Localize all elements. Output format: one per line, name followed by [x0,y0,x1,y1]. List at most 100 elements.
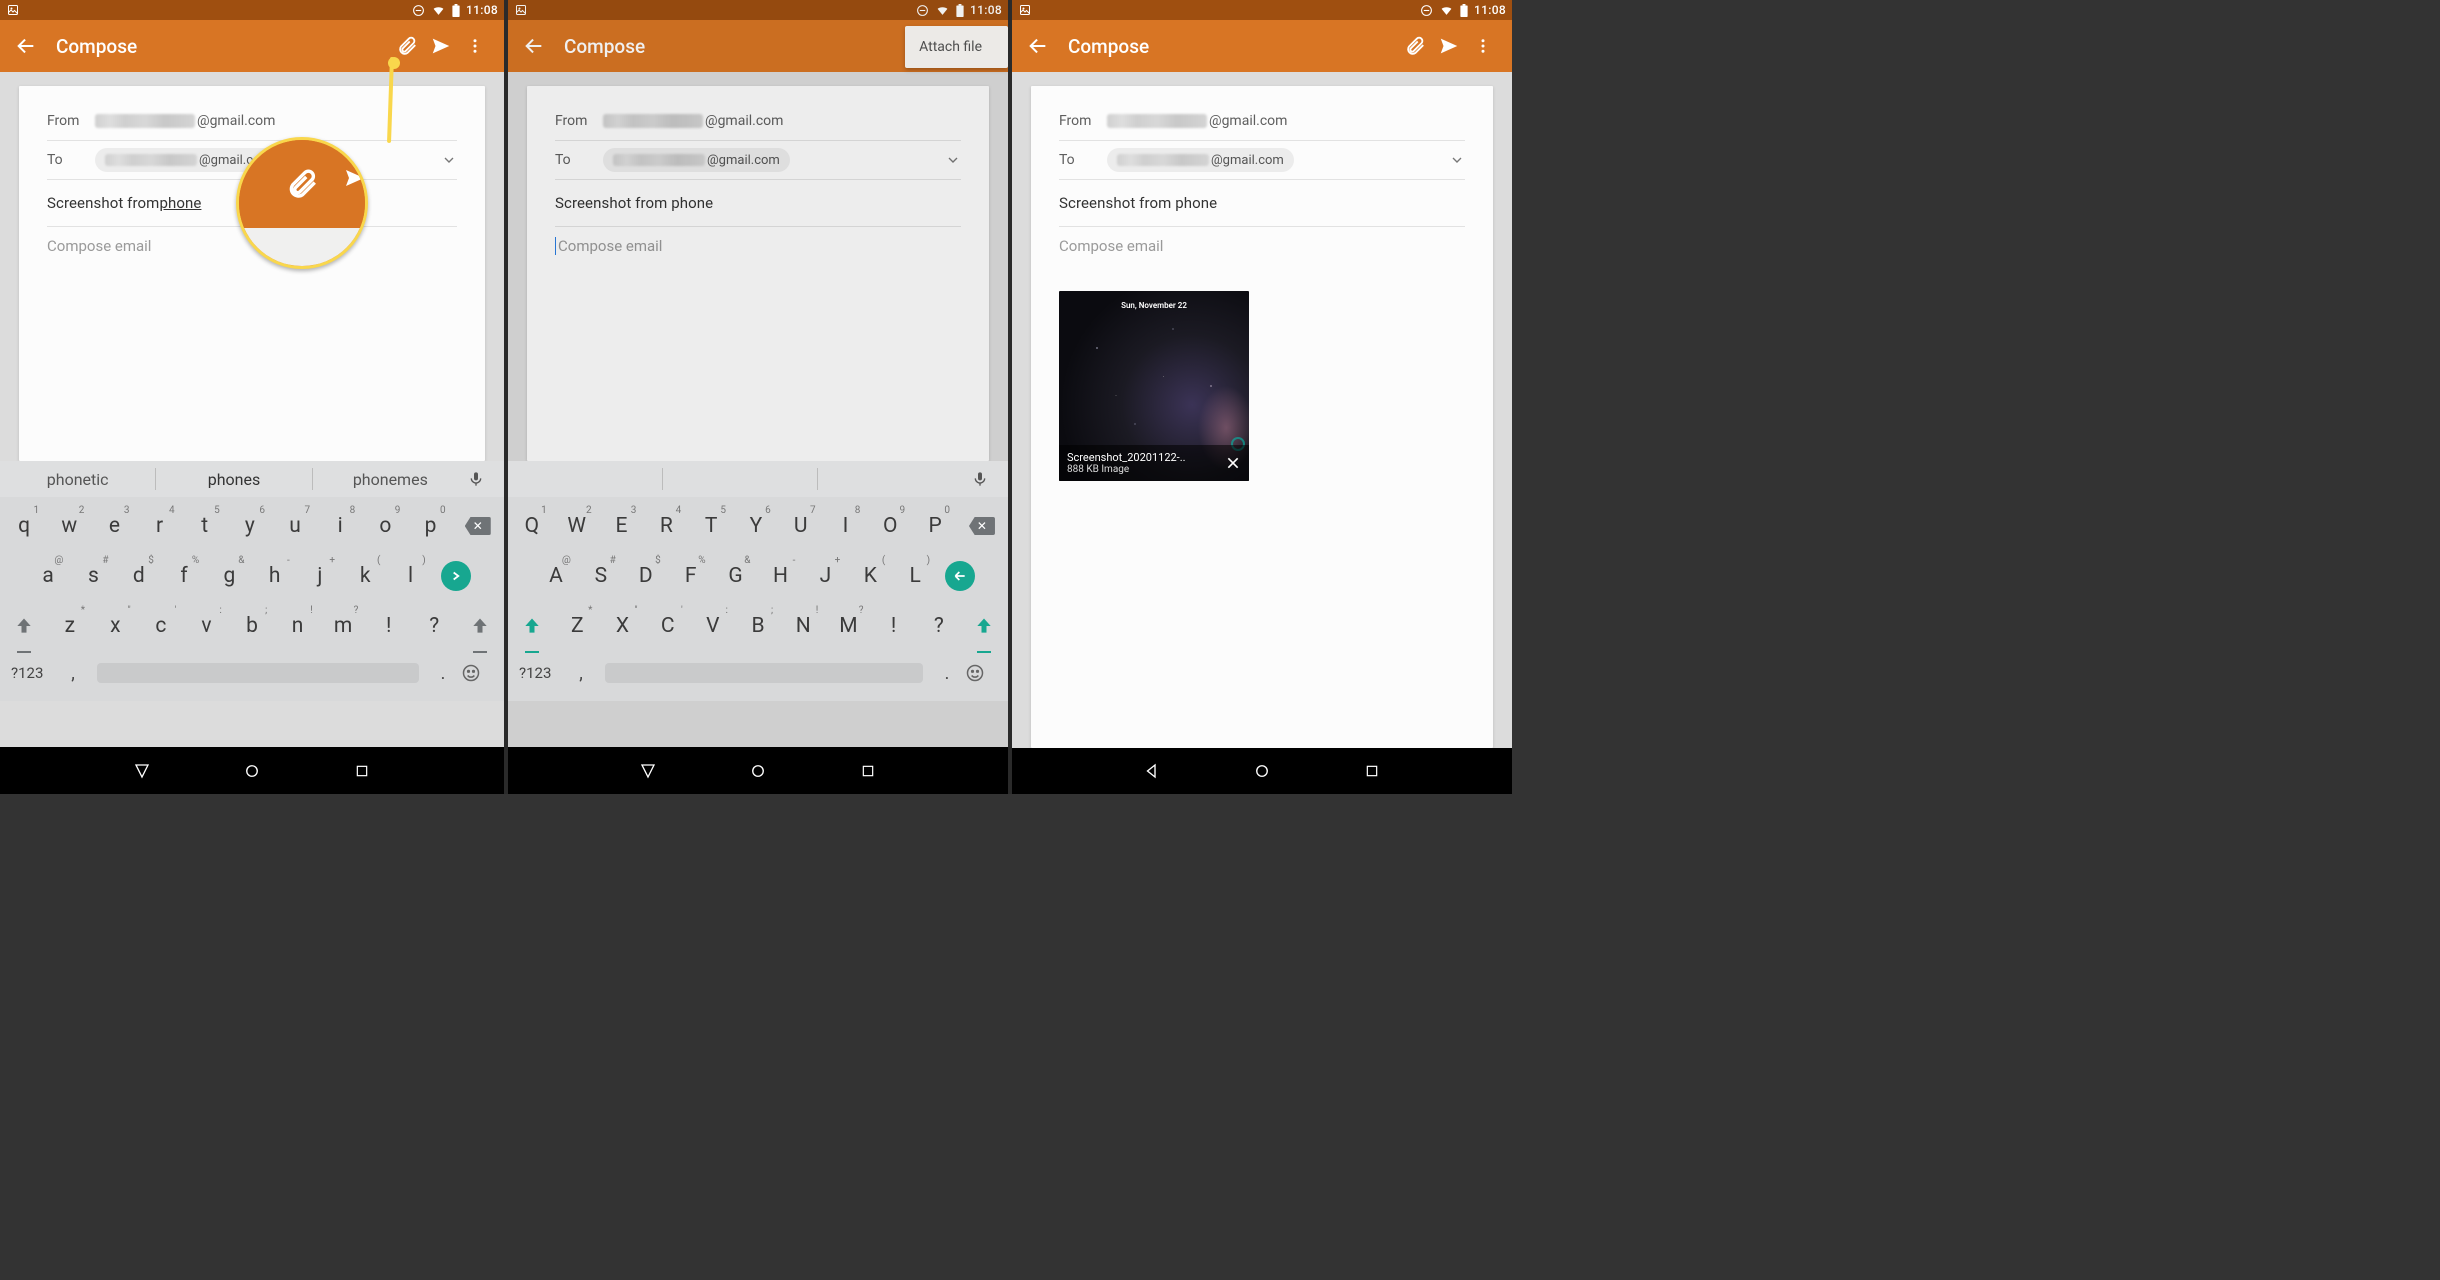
key-u[interactable]: u7 [274,503,316,549]
key-s[interactable]: s# [72,553,114,599]
symbols-key[interactable]: ?123 [515,664,563,682]
key-j[interactable]: J+ [804,553,846,599]
key-d[interactable]: D$ [625,553,667,599]
key-c[interactable]: C' [647,603,689,649]
key-e[interactable]: e3 [93,503,135,549]
key-l[interactable]: L) [894,553,936,599]
enter-key[interactable] [939,553,981,599]
nav-home[interactable] [748,761,768,781]
key-q[interactable]: q1 [3,503,45,549]
remove-attachment-button[interactable] [1223,453,1243,473]
key-p[interactable]: P0 [914,503,956,549]
key-g[interactable]: g& [208,553,250,599]
overflow-menu-button[interactable] [458,35,492,57]
key-b[interactable]: b; [231,603,274,649]
nav-home[interactable] [1252,761,1272,781]
shift-key[interactable] [3,603,46,649]
suggestion-1[interactable]: phonetic [0,470,155,489]
backspace-key[interactable]: ✕ [959,503,1005,549]
key-d[interactable]: d$ [118,553,160,599]
key-i[interactable]: I8 [825,503,867,549]
key-h[interactable]: H- [760,553,802,599]
key-q[interactable]: Q1 [511,503,553,549]
key-z[interactable]: Z* [556,603,598,649]
key-c[interactable]: c' [140,603,183,649]
to-chip[interactable]: @gmail.com [603,148,790,172]
key-k[interactable]: K( [849,553,891,599]
mic-icon[interactable] [972,469,1008,489]
attach-menu-item[interactable]: Attach file [905,26,1008,68]
from-row[interactable]: From @gmail.com [47,102,457,140]
key-e[interactable]: E3 [601,503,643,549]
key-z[interactable]: z* [49,603,92,649]
from-row[interactable]: From @gmail.com [555,102,961,140]
emoji-key[interactable] [965,663,1001,683]
key-n[interactable]: n! [276,603,319,649]
key-f[interactable]: f% [163,553,205,599]
nav-recent[interactable] [352,761,372,781]
key-x[interactable]: x" [94,603,137,649]
shift-key[interactable] [963,603,1005,649]
back-button[interactable] [12,35,40,57]
nav-home[interactable] [242,761,262,781]
to-row[interactable]: To @gmail.com [555,141,961,179]
from-row[interactable]: From @gmail.com [1059,102,1465,140]
key-f[interactable]: F% [670,553,712,599]
key-y[interactable]: y6 [229,503,271,549]
key-m[interactable]: M? [827,603,869,649]
attach-button[interactable] [1398,35,1432,57]
overflow-menu-button[interactable] [1466,35,1500,57]
key-r[interactable]: R4 [645,503,687,549]
nav-back[interactable] [1142,761,1162,781]
key-s[interactable]: S# [580,553,622,599]
nav-recent[interactable] [1362,761,1382,781]
nav-back[interactable] [132,761,152,781]
key-![interactable]: ! [873,603,915,649]
attachment-thumbnail[interactable]: Sun, November 22 Screenshot_20201122-.. … [1059,291,1249,481]
key-h[interactable]: h- [253,553,295,599]
period-key[interactable]: . [929,663,965,684]
back-button[interactable] [520,35,548,57]
key-r[interactable]: r4 [138,503,180,549]
body-field[interactable]: Compose email [1059,227,1465,267]
key-v[interactable]: V: [692,603,734,649]
key-g[interactable]: G& [715,553,757,599]
key-b[interactable]: B; [737,603,779,649]
key-y[interactable]: Y6 [735,503,777,549]
key-w[interactable]: W2 [556,503,598,549]
key-![interactable]: ! [367,603,410,649]
to-row[interactable]: To @gmail.com [1059,141,1465,179]
space-key[interactable] [97,663,419,683]
key-p[interactable]: p0 [409,503,451,549]
attach-button[interactable] [390,35,424,57]
subject-field[interactable]: Screenshot from phone [555,180,961,226]
key-n[interactable]: N! [782,603,824,649]
emoji-key[interactable] [461,663,497,683]
key-w[interactable]: w2 [48,503,90,549]
body-field[interactable]: Compose email [555,227,961,267]
period-key[interactable]: . [425,663,461,684]
enter-key[interactable] [435,553,477,599]
key-i[interactable]: i8 [319,503,361,549]
comma-key[interactable]: , [563,663,599,684]
key-v[interactable]: v: [185,603,228,649]
send-button[interactable] [424,35,458,57]
space-key[interactable] [605,663,923,683]
subject-field[interactable]: Screenshot from phone [1059,180,1465,226]
symbols-key[interactable]: ?123 [7,664,55,682]
key-o[interactable]: O9 [869,503,911,549]
suggestion-2[interactable]: phones... [156,470,311,489]
nav-recent[interactable] [858,761,878,781]
key-t[interactable]: T5 [690,503,732,549]
to-chip[interactable]: @gmail.com [1107,148,1294,172]
suggestion-3[interactable]: phonemes [313,470,468,489]
key-?[interactable]: ? [918,603,960,649]
expand-recipients-icon[interactable] [945,152,961,168]
key-j[interactable]: j+ [299,553,341,599]
mic-icon[interactable] [468,469,504,489]
nav-back[interactable] [638,761,658,781]
key-x[interactable]: X" [601,603,643,649]
comma-key[interactable]: , [55,663,91,684]
key-t[interactable]: t5 [184,503,226,549]
backspace-key[interactable]: ✕ [455,503,501,549]
